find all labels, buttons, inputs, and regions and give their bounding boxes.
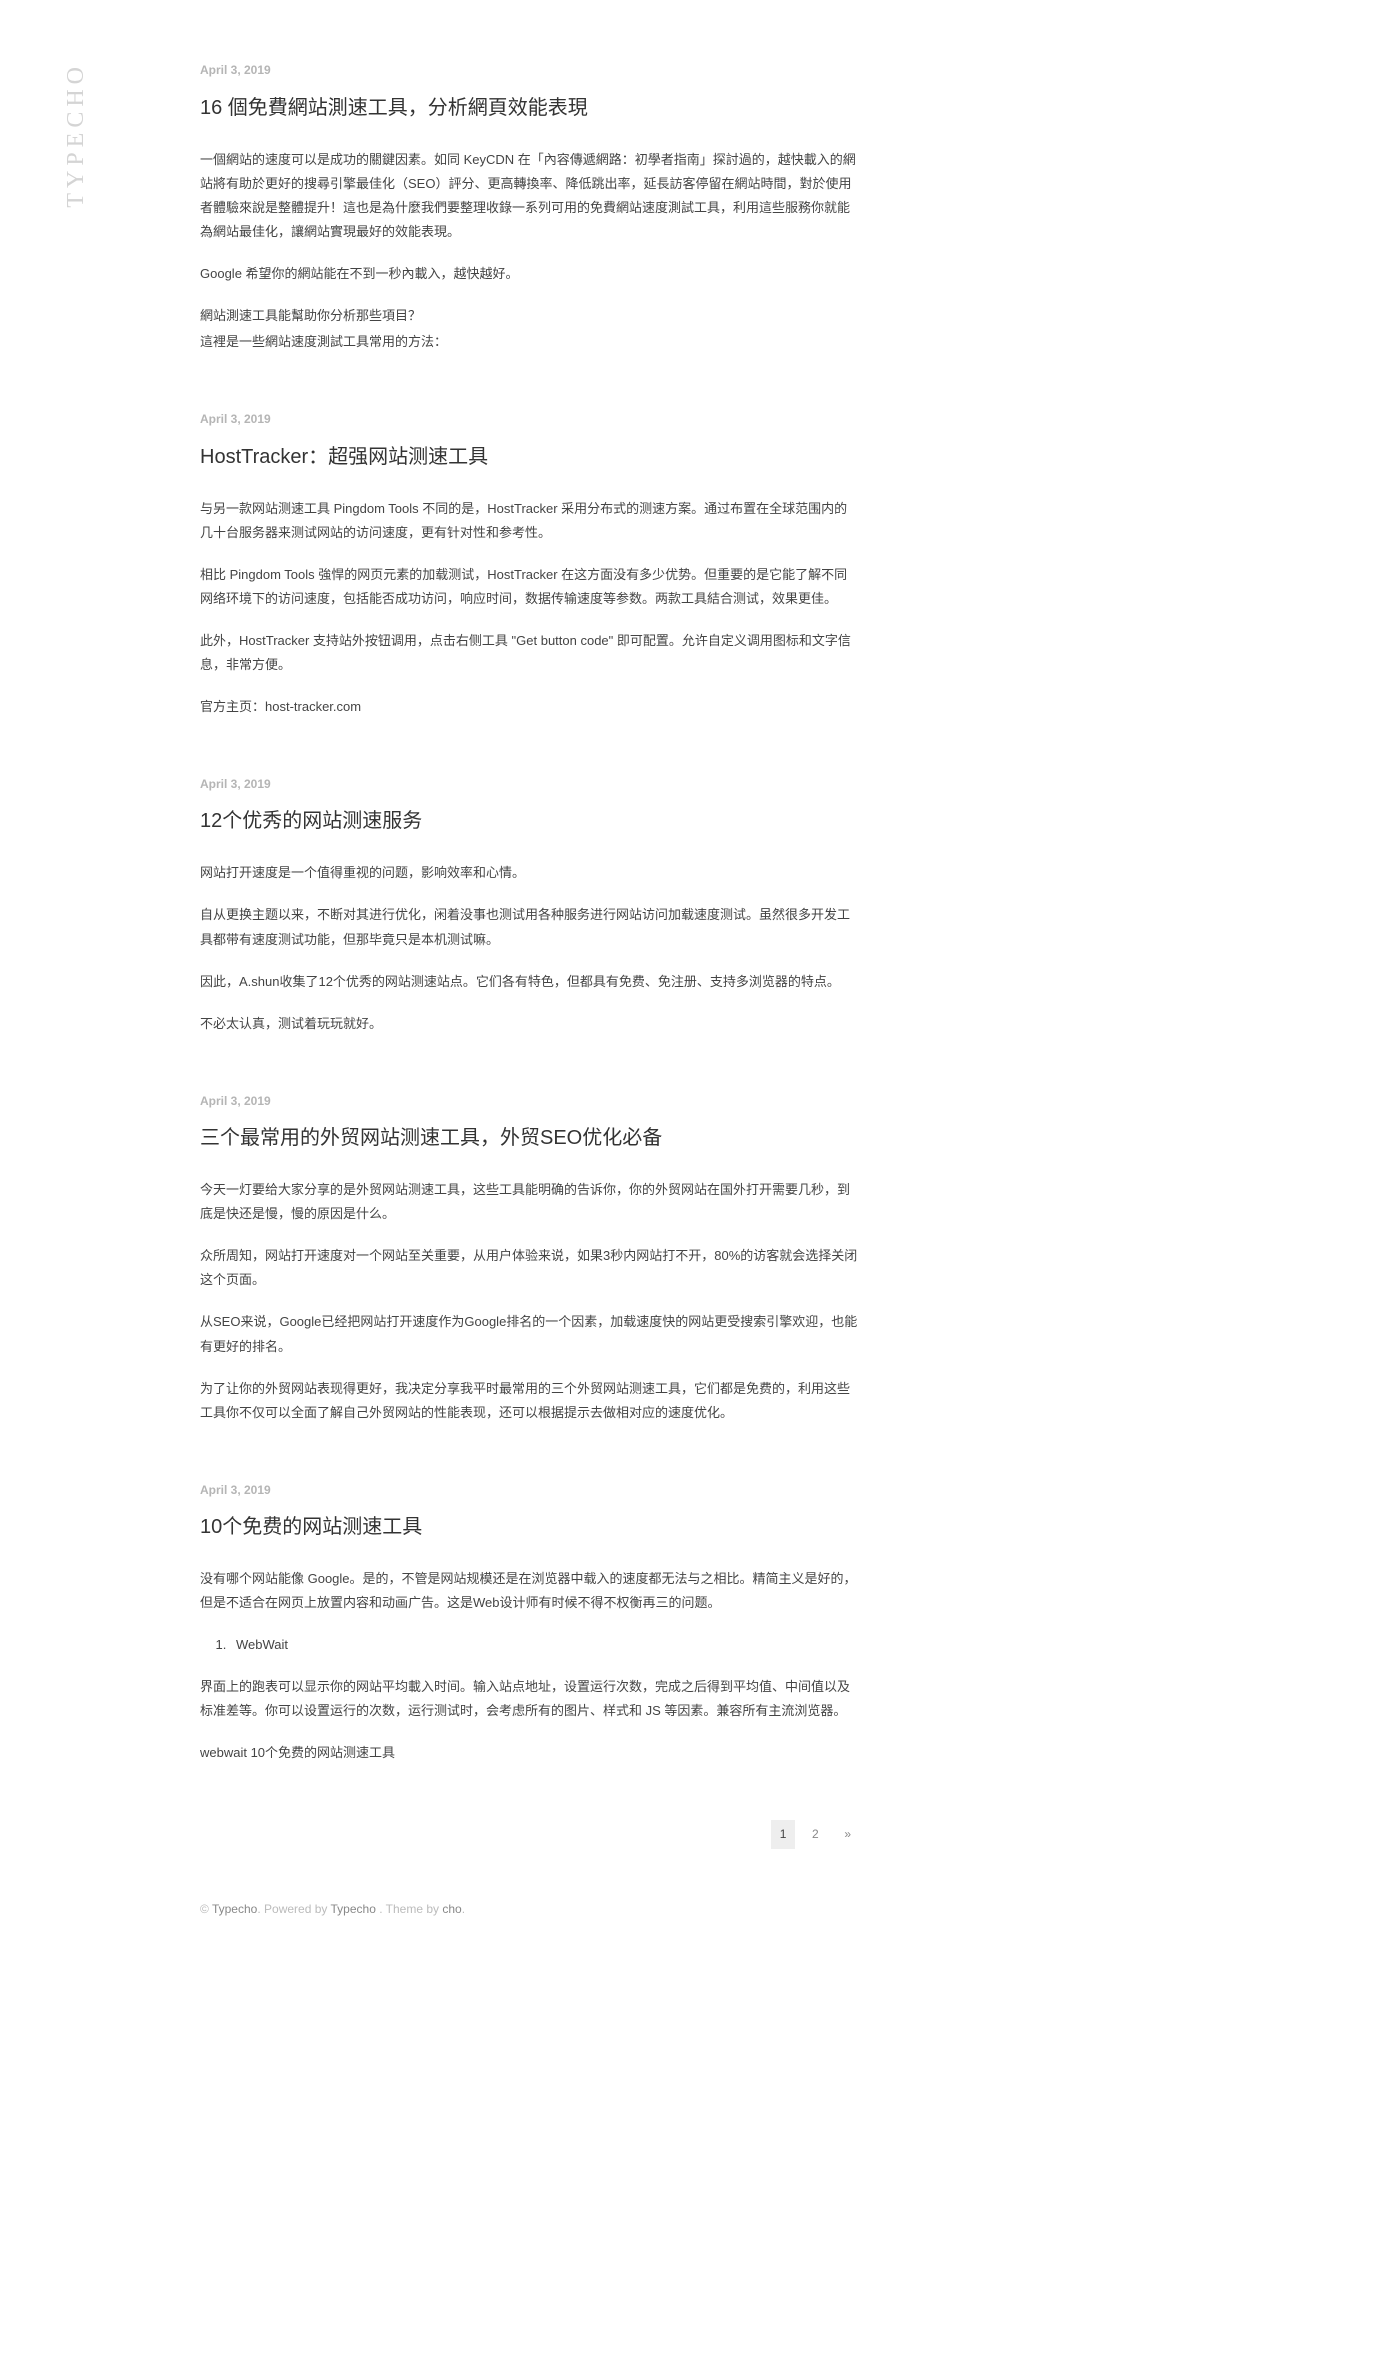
- list-item: WebWait: [230, 1633, 860, 1656]
- site-footer: © Typecho. Powered by Typecho . Theme by…: [200, 1899, 860, 1961]
- post-paragraph: 从SEO来说，Google已经把网站打开速度作为Google排名的一个因素，加载…: [200, 1310, 860, 1358]
- post-date: April 3, 2019: [200, 60, 860, 82]
- post-body: 没有哪个网站能像 Google。是的，不管是网站规模还是在浏览器中载入的速度都无…: [200, 1567, 860, 1765]
- post-paragraph: 這裡是一些網站速度測試工具常用的方法：: [200, 330, 860, 354]
- post-body: 今天一灯要给大家分享的是外贸网站测速工具，这些工具能明确的告诉你，你的外贸网站在…: [200, 1178, 860, 1424]
- post-title-link[interactable]: 16 個免費網站測速工具，分析網頁效能表現: [200, 90, 860, 126]
- post-paragraph: 不必太认真，测试着玩玩就好。: [200, 1012, 860, 1036]
- post-title-link[interactable]: 三个最常用的外贸网站测速工具，外贸SEO优化必备: [200, 1120, 860, 1156]
- post-item: April 3, 2019 HostTracker：超强网站测速工具 与另一款网…: [200, 409, 860, 719]
- post-date: April 3, 2019: [200, 774, 860, 796]
- post-body: 与另一款网站测速工具 Pingdom Tools 不同的是，HostTracke…: [200, 497, 860, 719]
- footer-text: . Powered by: [257, 1902, 330, 1916]
- post-paragraph: 为了让你的外贸网站表现得更好，我决定分享我平时最常用的三个外贸网站测速工具，它们…: [200, 1377, 860, 1425]
- post-date: April 3, 2019: [200, 409, 860, 431]
- post-paragraph: 自从更换主题以来，不断对其进行优化，闲着没事也测试用各种服务进行网站访问加载速度…: [200, 903, 860, 951]
- footer-text: . Theme by: [376, 1902, 442, 1916]
- post-title-link[interactable]: 12个优秀的网站测速服务: [200, 803, 860, 839]
- post-paragraph: webwait 10个免费的网站测速工具: [200, 1741, 860, 1765]
- pagination-next-link[interactable]: »: [835, 1820, 860, 1850]
- pagination: 1 2 »: [200, 1820, 860, 1850]
- post-title-link[interactable]: HostTracker：超强网站测速工具: [200, 439, 860, 475]
- post-date: April 3, 2019: [200, 1480, 860, 1502]
- post-paragraph: Google 希望你的網站能在不到一秒內載入，越快越好。: [200, 262, 860, 286]
- footer-text: .: [462, 1902, 465, 1916]
- post-paragraph: 界面上的跑表可以显示你的网站平均載入时间。输入站点地址，设置运行次数，完成之后得…: [200, 1675, 860, 1723]
- pagination-current: 1: [771, 1820, 796, 1850]
- post-item: April 3, 2019 三个最常用的外贸网站测速工具，外贸SEO优化必备 今…: [200, 1091, 860, 1425]
- site-title[interactable]: TYPECHO: [55, 62, 98, 208]
- post-paragraph: 众所周知，网站打开速度对一个网站至关重要，从用户体验来说，如果3秒内网站打不开，…: [200, 1244, 860, 1292]
- post-paragraph: 与另一款网站测速工具 Pingdom Tools 不同的是，HostTracke…: [200, 497, 860, 545]
- post-paragraph: 没有哪个网站能像 Google。是的，不管是网站规模还是在浏览器中载入的速度都无…: [200, 1567, 860, 1615]
- post-title-link[interactable]: 10个免费的网站测速工具: [200, 1509, 860, 1545]
- post-paragraph: 此外，HostTracker 支持站外按钮调用，点击右侧工具 "Get butt…: [200, 629, 860, 677]
- content-area: April 3, 2019 16 個免費網站測速工具，分析網頁效能表現 一個網站…: [200, 0, 860, 1961]
- post-body: 网站打开速度是一个值得重视的问题，影响效率和心情。 自从更换主题以来，不断对其进…: [200, 861, 860, 1035]
- footer-powered-link[interactable]: Typecho: [331, 1902, 376, 1916]
- post-paragraph: 官方主页：host-tracker.com: [200, 695, 860, 719]
- post-paragraph: 相比 Pingdom Tools 強悍的网页元素的加载测试，HostTracke…: [200, 563, 860, 611]
- post-paragraph: 網站測速工具能幫助你分析那些項目？: [200, 304, 860, 328]
- post-date: April 3, 2019: [200, 1091, 860, 1113]
- post-item: April 3, 2019 10个免费的网站测速工具 没有哪个网站能像 Goog…: [200, 1480, 860, 1765]
- footer-copyright: ©: [200, 1902, 212, 1916]
- post-paragraph: 一個網站的速度可以是成功的關鍵因素。如同 KeyCDN 在「內容傳遞網路：初學者…: [200, 148, 860, 244]
- footer-brand-link[interactable]: Typecho: [212, 1902, 257, 1916]
- pagination-page-link[interactable]: 2: [803, 1820, 828, 1850]
- post-ordered-list: WebWait: [230, 1633, 860, 1656]
- post-item: April 3, 2019 12个优秀的网站测速服务 网站打开速度是一个值得重视…: [200, 774, 860, 1036]
- post-item: April 3, 2019 16 個免費網站測速工具，分析網頁效能表現 一個網站…: [200, 60, 860, 354]
- footer-theme-author-link[interactable]: cho: [442, 1902, 461, 1916]
- post-body: 一個網站的速度可以是成功的關鍵因素。如同 KeyCDN 在「內容傳遞網路：初學者…: [200, 148, 860, 354]
- post-paragraph: 今天一灯要给大家分享的是外贸网站测速工具，这些工具能明确的告诉你，你的外贸网站在…: [200, 1178, 860, 1226]
- post-paragraph: 因此，A.shun收集了12个优秀的网站测速站点。它们各有特色，但都具有免费、免…: [200, 970, 860, 994]
- post-paragraph: 网站打开速度是一个值得重视的问题，影响效率和心情。: [200, 861, 860, 885]
- page-container: TYPECHO April 3, 2019 16 個免費網站測速工具，分析網頁效…: [0, 0, 1374, 2370]
